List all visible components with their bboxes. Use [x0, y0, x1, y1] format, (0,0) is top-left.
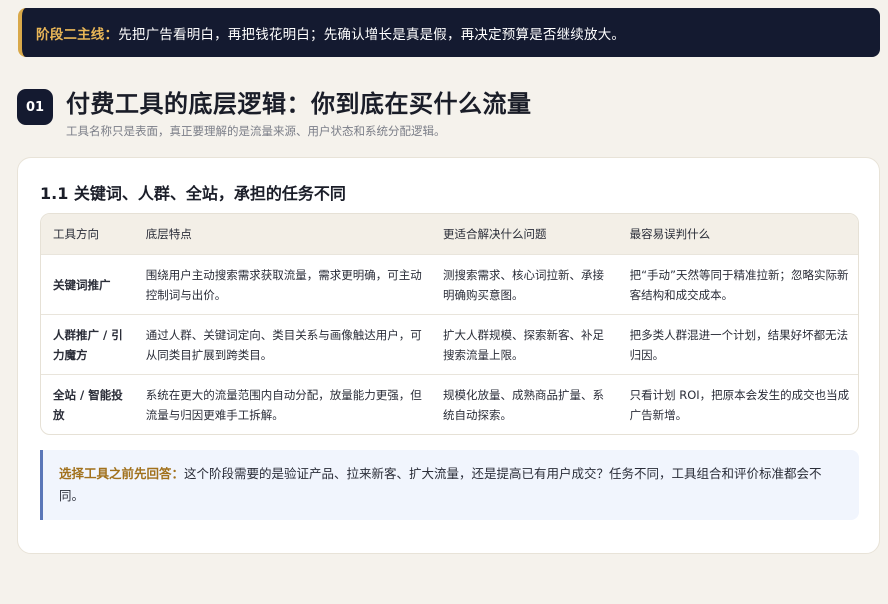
- cell-tool: 关键词推广: [53, 277, 111, 292]
- tip-callout: 选择工具之前先回答：这个阶段需要的是验证产品、拉来新客、扩大流量，还是提高已有用…: [40, 450, 859, 520]
- stage-banner: 阶段二主线： 先把广告看明白，再把钱花明白；先确认增长是真是假，再决定预算是否继续…: [18, 8, 880, 57]
- cell-solves: 扩大人群规模、探索新客、补足搜索流量上限。: [443, 327, 605, 362]
- table-header-row: 工具方向 底层特点 更适合解决什么问题 最容易误判什么: [41, 214, 858, 254]
- banner-text: 先把广告看明白，再把钱花明白；先确认增长是真是假，再决定预算是否继续放大。: [118, 26, 626, 43]
- header-tool: 工具方向: [53, 227, 99, 241]
- table-row: 全站 / 智能投放 系统在更大的流量范围内自动分配，放量能力更强，但流量与归因更…: [41, 374, 858, 434]
- content-card: 1.1 关键词、人群、全站，承担的任务不同 工具方向 底层特点 更适合解决什么问…: [17, 157, 880, 554]
- cell-misjudge: 把多类人群混进一个计划，结果好坏都无法归因。: [629, 327, 849, 362]
- cell-solves: 规模化放量、成熟商品扩量、系统自动探索。: [443, 387, 605, 422]
- section-title: 付费工具的底层逻辑：你到底在买什么流量: [66, 90, 532, 118]
- table-row: 人群推广 / 引力魔方 通过人群、关键词定向、类目关系与画像触达用户，可从同类目…: [41, 314, 858, 374]
- header-feature: 底层特点: [145, 227, 192, 241]
- cell-tool: 全站 / 智能投放: [53, 387, 123, 422]
- section-subtitle: 工具名称只是表面，真正要理解的是流量来源、用户状态和系统分配逻辑。: [66, 124, 446, 138]
- cell-misjudge: 只看计划 ROI，把原本会发生的成交也当成广告新增。: [629, 387, 850, 422]
- section-header: 01 付费工具的底层逻辑：你到底在买什么流量 工具名称只是表面，真正要理解的是流…: [17, 88, 532, 139]
- callout-lead: 选择工具之前先回答：: [59, 466, 185, 481]
- table-row: 关键词推广 围绕用户主动搜索需求获取流量，需求更明确，可主动控制词与出价。 测搜…: [41, 254, 858, 314]
- section-number-badge: 01: [17, 89, 53, 125]
- cell-feature: 围绕用户主动搜索需求获取流量，需求更明确，可主动控制词与出价。: [145, 267, 422, 302]
- section-text: 付费工具的底层逻辑：你到底在买什么流量 工具名称只是表面，真正要理解的是流量来源…: [66, 88, 532, 139]
- cell-feature: 系统在更大的流量范围内自动分配，放量能力更强，但流量与归因更难手工拆解。: [145, 387, 422, 422]
- cell-feature: 通过人群、关键词定向、类目关系与画像触达用户，可从同类目扩展到跨类目。: [145, 327, 422, 362]
- header-solves: 更适合解决什么问题: [443, 227, 547, 241]
- tool-comparison-table: 工具方向 底层特点 更适合解决什么问题 最容易误判什么 关键词推广 围绕用户主动…: [40, 213, 859, 435]
- cell-tool: 人群推广 / 引力魔方: [53, 327, 123, 362]
- cell-solves: 测搜索需求、核心词拉新、承接明确购买意图。: [443, 267, 605, 302]
- card-title: 1.1 关键词、人群、全站，承担的任务不同: [40, 184, 346, 203]
- cell-misjudge: 把“手动”天然等同于精准拉新；忽略实际新客结构和成交成本。: [629, 267, 849, 302]
- banner-lead: 阶段二主线：: [36, 26, 119, 43]
- header-misjudge: 最容易误判什么: [629, 227, 711, 241]
